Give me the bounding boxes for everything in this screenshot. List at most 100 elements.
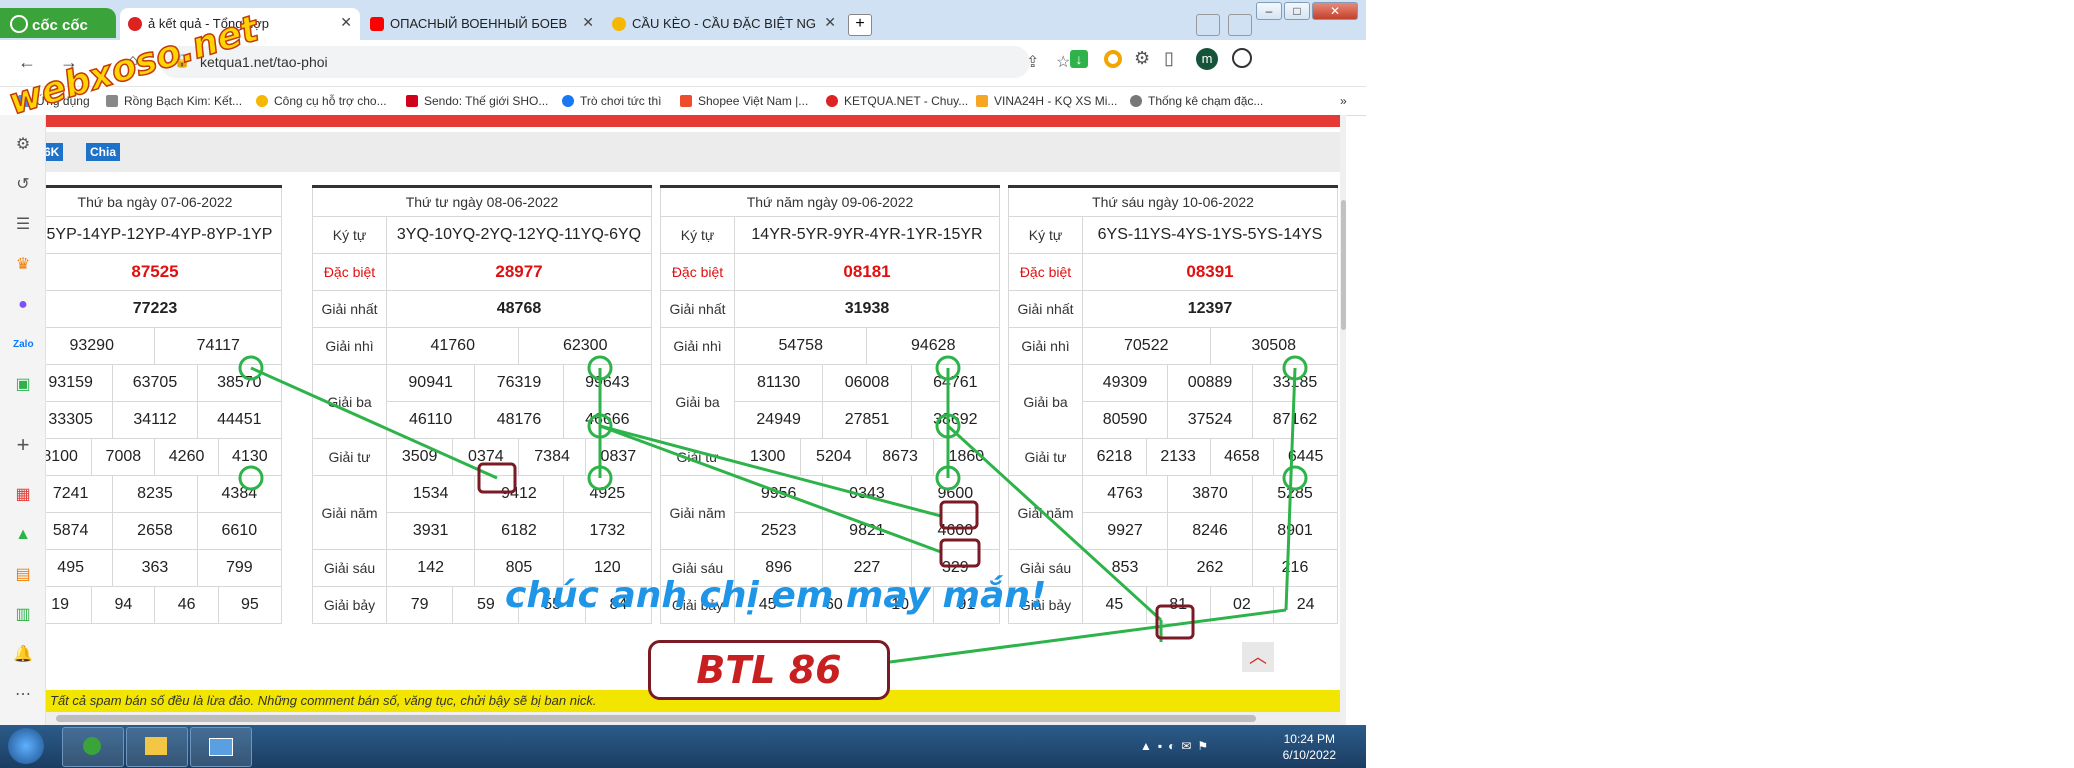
brand-label: cốc cốc	[32, 17, 88, 34]
fifth-prize-number: 6610	[196, 512, 283, 550]
bookmark-star-icon[interactable]: ☆	[1056, 52, 1070, 72]
chia-button[interactable]: Chia	[86, 143, 121, 161]
tools-favicon-icon	[256, 95, 268, 107]
fourth-prize-number: 0374	[452, 438, 520, 476]
second-prize-number: 30508	[1209, 327, 1338, 365]
coccoc-extension-icon[interactable]	[1104, 50, 1122, 68]
fifth-prize-number: 1534	[385, 475, 476, 513]
clock-time: 10:24 PM	[1283, 732, 1335, 746]
menu-circle-icon[interactable]	[1232, 48, 1252, 68]
messenger-icon[interactable]: ●	[13, 295, 33, 315]
day-results-table: Thứ ba ngày 07-06-2022 15YP-14YP-12YP-4YP…	[46, 185, 283, 624]
tab-youtube[interactable]: ОПАСНЫЙ ВОЕННЫЙ БОЕВ ✕	[362, 8, 602, 40]
cart-icon[interactable]: ▤	[13, 565, 33, 585]
taskbar-explorer-button[interactable]	[126, 727, 188, 767]
taskbar-clock[interactable]: 10:24 PM 6/10/2022	[1283, 731, 1336, 763]
fourth-prize-number: 3509	[385, 438, 454, 476]
ketqua-favicon-icon	[826, 95, 838, 107]
more-bookmarks-chevron-icon[interactable]: »	[1340, 94, 1347, 108]
second-prize-number: 70522	[1082, 327, 1211, 365]
sixth-prize-number: 853	[1082, 549, 1168, 587]
maximize-button[interactable]: □	[1284, 2, 1310, 20]
folder-icon	[145, 737, 167, 755]
bookmark-label: Thống kê chạm đặc...	[1148, 94, 1264, 108]
sixth-prize-number: 142	[385, 549, 476, 587]
first-prize-number: 48768	[386, 290, 652, 328]
screenshot-tool-icon[interactable]	[1196, 14, 1220, 36]
add-icon[interactable]: +	[13, 434, 33, 456]
caukeo-favicon-icon	[612, 17, 626, 31]
more-dots-icon[interactable]: ⋯	[13, 685, 33, 705]
bookmark-rbk[interactable]: Rồng Bạch Kim: Kết...	[106, 94, 242, 108]
close-tab-icon[interactable]: ✕	[824, 14, 836, 31]
btl-prediction-text: BTL 86	[696, 648, 842, 692]
profile-avatar[interactable]: m	[1196, 48, 1218, 70]
day-results-table: Thứ sáu ngày 10-06-2022 Ký tự 6YS-11YS-4YS…	[1008, 185, 1338, 624]
shopee-favicon-icon	[680, 95, 692, 107]
close-tab-icon[interactable]: ✕	[340, 14, 352, 31]
scroll-top-chevron-icon[interactable]: ︿	[1242, 642, 1274, 672]
taskbar-coccoc-button[interactable]	[62, 727, 124, 767]
crown-icon[interactable]: ♛	[13, 255, 33, 275]
sheet-icon[interactable]: ▥	[13, 605, 33, 625]
bookmark-trochoi[interactable]: Trò chơi tức thì	[562, 94, 661, 108]
back-tool-icon[interactable]	[1228, 14, 1252, 36]
third-prize-number: 38692	[910, 401, 1001, 439]
list-icon[interactable]: ☰	[13, 215, 33, 235]
close-window-button[interactable]: ✕	[1312, 2, 1358, 20]
special-prize-number: 08181	[734, 253, 1000, 291]
address-bar[interactable]: 🔒 ketqua1.net/tao-phoi ⇪ ☆	[160, 46, 1070, 78]
sixth-prize-number: 799	[196, 549, 283, 587]
youtube-favicon-icon	[370, 17, 384, 31]
third-prize-number: 34112	[112, 401, 198, 439]
coccoc-logo-icon	[10, 15, 28, 33]
start-orb-icon[interactable]	[8, 728, 44, 764]
history-icon[interactable]: ↺	[13, 175, 33, 195]
prize-label: Giải nhất	[312, 290, 387, 328]
prize-label: Đặc biệt	[660, 253, 735, 291]
bookmark-thongke[interactable]: Thống kê chạm đặc...	[1130, 94, 1263, 108]
screenshot-window: cốc cốc ả kết quả - Tổng hợp ✕ ОПАСНЫЙ В…	[0, 0, 1366, 768]
new-tab-button[interactable]: +	[848, 14, 872, 36]
third-prize-number: 00889	[1167, 364, 1253, 402]
prize-label: Giải ba	[660, 364, 735, 439]
vertical-scroll-thumb[interactable]	[1341, 200, 1346, 330]
fifth-prize-number: 7241	[46, 475, 114, 513]
lottery-code: 6YS-11YS-4YS-1YS-5YS-14YS	[1082, 216, 1338, 254]
bookmark-congcu[interactable]: Công cụ hỗ trợ cho...	[256, 94, 387, 108]
day-date-header: Thứ sáu ngày 10-06-2022	[1008, 185, 1338, 217]
bookmark-ketqua[interactable]: KETQUA.NET - Chuy...	[826, 94, 968, 108]
lottery-code: 3YQ-10YQ-2YQ-12YQ-11YQ-6YQ	[386, 216, 652, 254]
bookmark-sendo[interactable]: Sendo: Thế giới SHO...	[406, 94, 548, 108]
tab-label: CẦU KÈO - CẦU ĐẶC BIỆT NG	[632, 16, 816, 31]
fourth-prize-number: 5204	[800, 438, 868, 476]
browser-brand-button[interactable]: cốc cốc	[0, 8, 116, 38]
bookmark-vina24h[interactable]: VINA24H - KQ XS Mi...	[976, 94, 1117, 108]
blank-area	[1368, 0, 2074, 768]
share-icon[interactable]: ⇪	[1026, 52, 1039, 72]
sixth-prize-number: 363	[112, 549, 198, 587]
settings-gear-icon[interactable]: ⚙	[13, 135, 33, 155]
close-tab-icon[interactable]: ✕	[582, 14, 594, 31]
calendar-icon[interactable]: ▦	[13, 485, 33, 505]
prize-label: Ký tự	[312, 216, 387, 254]
zalo-icon[interactable]: Zalo	[13, 335, 34, 355]
graduation-cap-icon[interactable]: ▲	[13, 525, 33, 545]
gamepad-icon[interactable]: ▣	[13, 375, 33, 395]
bookmark-shopee[interactable]: Shopee Việt Nam |...	[680, 94, 808, 108]
back-arrow-icon[interactable]: ←	[18, 52, 36, 73]
horizontal-scroll-thumb[interactable]	[56, 715, 1256, 722]
system-tray-icons[interactable]: ▲▪◐✉⚑	[1140, 739, 1214, 753]
sidebar-toggle-icon[interactable]: ▯	[1164, 48, 1174, 69]
sixth-prize-number: 495	[46, 549, 114, 587]
size-6k-button[interactable]: 6K	[46, 143, 64, 161]
bell-icon[interactable]: 🔔	[13, 645, 33, 665]
download-icon[interactable]: ↓	[1070, 50, 1088, 68]
tab-caukeo[interactable]: CẦU KÈO - CẦU ĐẶC BIỆT NG ✕	[604, 8, 844, 40]
minimize-button[interactable]: –	[1256, 2, 1282, 20]
third-prize-number: 46666	[562, 401, 653, 439]
taskbar-photos-button[interactable]	[190, 727, 252, 767]
fourth-prize-number: 4260	[154, 438, 219, 476]
second-prize-number: 94628	[866, 327, 1000, 365]
puzzle-extensions-icon[interactable]: ⚙	[1134, 48, 1150, 69]
